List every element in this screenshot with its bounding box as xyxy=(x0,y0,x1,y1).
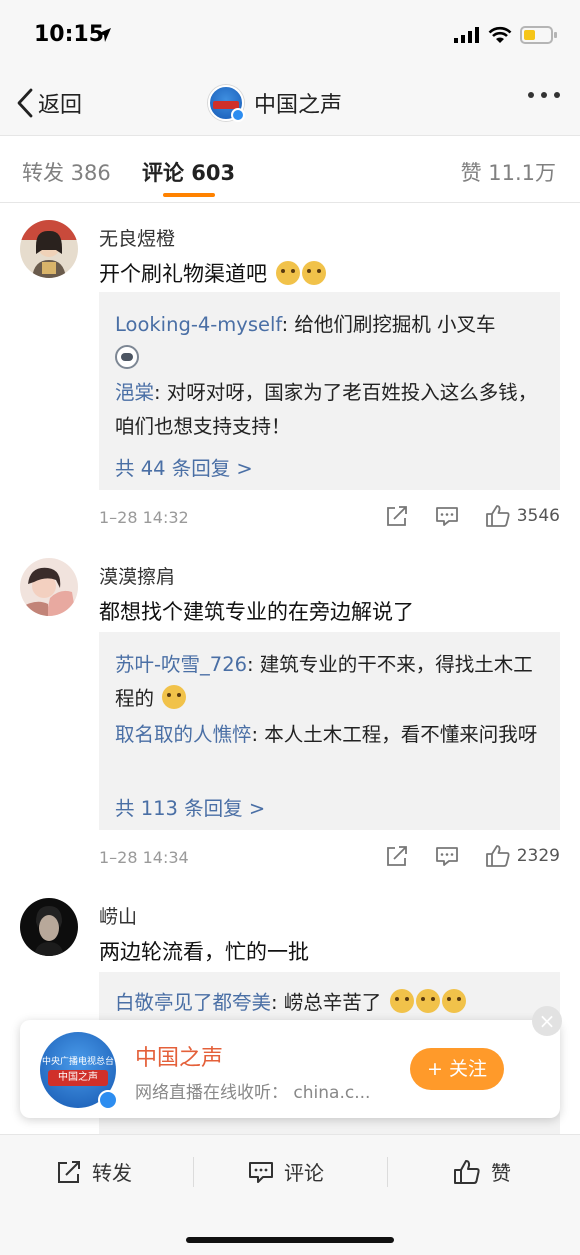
reply-icon[interactable] xyxy=(435,504,459,528)
like-count: 2329 xyxy=(516,846,560,866)
avatar[interactable] xyxy=(20,220,78,278)
comment-button[interactable]: 评论 xyxy=(248,1157,324,1186)
doge-emoji-icon xyxy=(275,261,300,285)
share-icon[interactable] xyxy=(385,844,409,868)
home-indicator[interactable] xyxy=(186,1237,394,1243)
doge-emoji-icon xyxy=(441,989,466,1013)
divider xyxy=(193,1157,194,1187)
promo-avatar[interactable]: 中央广播电视总台 中国之声 xyxy=(40,1032,118,1110)
reply-username[interactable]: 苏叶-吹雪_726 xyxy=(115,653,247,676)
more-options-icon[interactable] xyxy=(528,92,560,98)
reply-username[interactable]: 白敬亭见了都夸美 xyxy=(115,991,271,1014)
doge-emoji-icon xyxy=(415,989,440,1013)
more-replies-link[interactable]: 共 113 条回复 > xyxy=(115,792,265,821)
avatar-logo-band: 中国之声 xyxy=(48,1070,108,1086)
avatar-logo-text: 中央广播电视总台 xyxy=(42,1057,115,1067)
reply-text: : 对呀对呀，国家为了老百姓投入这么多钱，咱们也想支持支持！ xyxy=(115,381,538,438)
tab-bar: 转发 386 评论 603 赞 11.1万 xyxy=(0,137,580,203)
follow-button[interactable]: + 关注 xyxy=(410,1048,504,1090)
repost-button[interactable]: 转发 xyxy=(56,1157,132,1186)
comment-label: 评论 xyxy=(284,1161,324,1185)
reply-username[interactable]: 取名取的人憔悴 xyxy=(115,723,252,746)
back-label: 返回 xyxy=(38,93,83,118)
location-arrow-icon xyxy=(97,28,111,42)
comment-time: 1–28 14:34 xyxy=(99,848,189,867)
like-count: 3546 xyxy=(516,506,560,526)
comment-text: 都想找个建筑专业的在旁边解说了 xyxy=(99,600,414,624)
reply-item: 白敬亭见了都夸美: 崂总辛苦了 xyxy=(115,986,546,1020)
reply-text: : 崂总辛苦了 xyxy=(271,991,382,1014)
comment-username[interactable]: 无良煜橙 xyxy=(99,224,175,251)
avatar[interactable] xyxy=(20,558,78,616)
comment-text: 两边轮流看，忙的一批 xyxy=(99,940,309,964)
promo-description: 网络直播在线收听： china.c... xyxy=(135,1083,371,1103)
account-avatar[interactable] xyxy=(208,85,245,122)
like-button[interactable]: 3546 xyxy=(485,504,560,528)
comment-item: 无良煜橙 开个刷礼物渠道吧 Looking-4-myself: 给他们刷挖掘机 … xyxy=(0,204,580,540)
share-icon[interactable] xyxy=(385,504,409,528)
repost-label: 转发 xyxy=(92,1161,132,1185)
tab-likes[interactable]: 赞 11.1万 xyxy=(461,157,556,187)
comment-username[interactable]: 漠漠擦肩 xyxy=(99,562,175,589)
chevron-left-icon xyxy=(17,88,33,118)
tab-repost[interactable]: 转发 386 xyxy=(22,157,111,187)
status-bar: 10:15 xyxy=(0,0,580,70)
close-icon[interactable]: × xyxy=(532,1006,562,1036)
reply-item: 浥棠: 对呀对呀，国家为了老百姓投入这么多钱，咱们也想支持支持！ xyxy=(115,376,546,444)
divider xyxy=(387,1157,388,1187)
promo-account-name[interactable]: 中国之声 xyxy=(135,1040,223,1072)
nav-account[interactable]: 中国之声 xyxy=(208,84,342,122)
doge-emoji-icon xyxy=(389,989,414,1013)
husky-emoji-icon xyxy=(115,345,139,369)
reply-box[interactable]: 苏叶-吹雪_726: 建筑专业的干不来，得找土木工程的 取名取的人憔悴: 本人土… xyxy=(99,632,560,830)
doge-emoji-icon xyxy=(301,261,326,285)
comment-username[interactable]: 崂山 xyxy=(99,902,137,929)
thumbs-up-icon xyxy=(485,505,510,527)
comment-actions: 3546 xyxy=(359,504,560,528)
comment-text: 开个刷礼物渠道吧 xyxy=(99,258,326,288)
reply-username[interactable]: 浥棠 xyxy=(115,381,154,404)
battery-icon xyxy=(520,26,557,44)
comment-actions: 2329 xyxy=(359,844,560,868)
reply-item: 苏叶-吹雪_726: 建筑专业的干不来，得找土木工程的 xyxy=(115,648,546,716)
reply-username[interactable]: Looking-4-myself xyxy=(115,313,282,336)
reply-box[interactable]: Looking-4-myself: 给他们刷挖掘机 小叉车 浥棠: 对呀对呀，国… xyxy=(99,292,560,490)
wifi-icon xyxy=(488,26,512,43)
like-button[interactable]: 2329 xyxy=(485,844,560,868)
avatar[interactable] xyxy=(20,898,78,956)
repost-icon xyxy=(58,1160,80,1183)
status-time: 10:15 xyxy=(34,22,105,47)
comment-item: 漠漠擦肩 都想找个建筑专业的在旁边解说了 苏叶-吹雪_726: 建筑专业的干不来… xyxy=(0,542,580,880)
comment-icon xyxy=(249,1161,273,1183)
nav-bar: 返回 中国之声 xyxy=(0,70,580,136)
reply-text: : 本人土木工程，看不懂来问我呀 xyxy=(251,723,538,746)
signal-icon xyxy=(454,27,479,43)
reply-icon[interactable] xyxy=(435,844,459,868)
like-button[interactable]: 赞 xyxy=(453,1157,511,1186)
doge-emoji-icon xyxy=(162,685,187,709)
more-replies-link[interactable]: 共 44 条回复 > xyxy=(115,452,253,481)
back-button[interactable]: 返回 xyxy=(16,86,82,120)
tab-comments[interactable]: 评论 603 xyxy=(142,157,235,187)
comment-text-content: 开个刷礼物渠道吧 xyxy=(99,262,267,286)
verified-badge-icon xyxy=(98,1090,118,1110)
bottom-action-bar: 转发 评论 赞 xyxy=(0,1134,580,1255)
verified-badge-icon xyxy=(231,108,245,122)
active-tab-indicator xyxy=(163,193,215,197)
reply-item: Looking-4-myself: 给他们刷挖掘机 小叉车 xyxy=(115,308,546,376)
thumbs-up-icon xyxy=(454,1159,480,1184)
thumbs-up-icon xyxy=(485,845,510,867)
reply-item: 取名取的人憔悴: 本人土木工程，看不懂来问我呀 xyxy=(115,718,546,752)
follow-promo-card[interactable]: × 中央广播电视总台 中国之声 中国之声 网络直播在线收听： china.c..… xyxy=(20,1006,562,1118)
reply-text: : 给他们刷挖掘机 小叉车 xyxy=(281,313,496,336)
like-label: 赞 xyxy=(491,1161,511,1185)
page-title: 中国之声 xyxy=(254,93,343,118)
comment-time: 1–28 14:32 xyxy=(99,508,189,527)
